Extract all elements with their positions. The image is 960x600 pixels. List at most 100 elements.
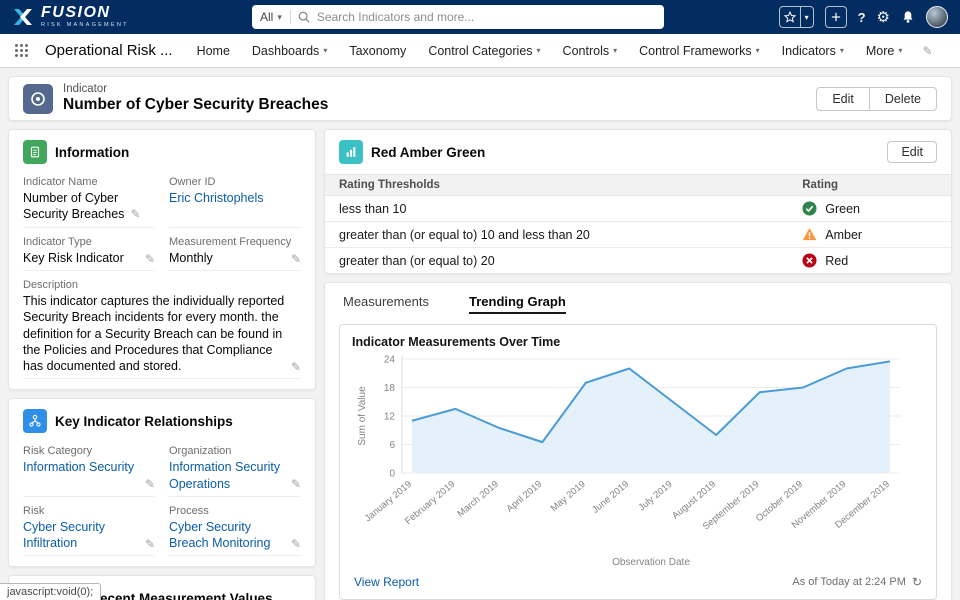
brand-logo: FUSION RISK MANAGEMENT (12, 5, 129, 29)
app-launcher-icon[interactable] (12, 41, 31, 60)
rating-label: Green (825, 202, 860, 216)
field-owner: Owner ID Eric Christophels (169, 176, 301, 228)
record-actions: Edit Delete (816, 87, 937, 111)
svg-text:6: 6 (389, 440, 395, 451)
chevron-down-icon: ▾ (277, 12, 282, 23)
chevron-down-icon: ▾ (898, 46, 902, 55)
nav-tab-control-frameworks[interactable]: Control Frameworks▾ (639, 44, 760, 58)
search-icon (298, 11, 310, 23)
favorites-button[interactable]: ▾ (779, 6, 814, 28)
error-icon (802, 253, 817, 268)
edit-pencil-icon[interactable]: ✎ (145, 252, 155, 268)
nav-tab-taxonomy[interactable]: Taxonomy (349, 44, 406, 58)
threshold-cell: less than 10 (325, 196, 788, 222)
risk-category-link[interactable]: Information Security (23, 460, 134, 474)
svg-text:March 2019: March 2019 (455, 479, 501, 520)
risk-link[interactable]: Cyber Security Infiltration (23, 520, 105, 550)
field-value: Monthly✎ (169, 250, 301, 266)
svg-text:24: 24 (384, 355, 396, 366)
nav-tab-controls[interactable]: Controls▾ (563, 44, 618, 58)
chevron-down-icon: ▾ (613, 46, 617, 55)
edit-pencil-icon[interactable]: ✎ (145, 477, 155, 493)
refresh-icon[interactable]: ↻ (912, 575, 922, 589)
help-icon[interactable]: ? (858, 10, 866, 25)
nav-tab-dashboards[interactable]: Dashboards▾ (252, 44, 327, 58)
tab-measurements[interactable]: Measurements (343, 294, 429, 314)
field-description: Description This indicator captures the … (23, 279, 301, 379)
global-actions-button[interactable] (825, 6, 847, 28)
svg-text:Sum of Value: Sum of Value (357, 386, 368, 446)
setup-gear-icon[interactable]: ⚙ (877, 10, 890, 25)
threshold-cell: greater than (or equal to) 20 (325, 248, 788, 274)
global-search[interactable]: All ▾ (252, 5, 664, 29)
chevron-down-icon[interactable]: ▾ (800, 7, 813, 27)
chevron-down-icon: ▾ (756, 46, 760, 55)
table-row: greater than (or equal to) 20 Red (325, 248, 951, 274)
information-card: Information Indicator Name Number of Cyb… (8, 129, 316, 390)
organization-link[interactable]: Information Security Operations (169, 460, 280, 490)
tab-trending-graph[interactable]: Trending Graph (469, 294, 566, 314)
svg-text:12: 12 (384, 412, 396, 423)
field-label: Description (23, 279, 301, 291)
search-scope-selector[interactable]: All ▾ (260, 10, 291, 24)
page-body: Indicator Number of Cyber Security Breac… (0, 68, 960, 600)
star-icon[interactable] (780, 7, 800, 27)
field-risk-category: Risk Category Information Security ✎ (23, 445, 155, 497)
table-row: less than 10 Green (325, 196, 951, 222)
relationships-card-icon (23, 409, 47, 433)
edit-pencil-icon[interactable]: ✎ (145, 537, 155, 553)
field-organization: Organization Information Security Operat… (169, 445, 301, 497)
record-header: Indicator Number of Cyber Security Breac… (8, 76, 952, 121)
rag-card-icon (339, 140, 363, 164)
field-label: Measurement Frequency (169, 236, 301, 248)
card-title: Information (55, 145, 129, 160)
search-input[interactable] (317, 10, 656, 24)
edit-pencil-icon[interactable]: ✎ (291, 360, 301, 376)
column-header-rating: Rating (788, 175, 951, 196)
delete-button[interactable]: Delete (869, 87, 937, 111)
chevron-down-icon: ▾ (840, 46, 844, 55)
field-label: Owner ID (169, 176, 301, 188)
field-risk: Risk Cyber Security Infiltration✎ (23, 505, 155, 557)
field-indicator-name: Indicator Name Number of Cyber Security … (23, 176, 155, 228)
success-icon (802, 201, 817, 216)
edit-pencil-icon[interactable]: ✎ (291, 477, 301, 493)
browser-status-bar: javascript:void(0); (0, 583, 101, 600)
warning-icon (802, 227, 817, 242)
edit-pencil-icon[interactable]: ✎ (130, 207, 140, 221)
rag-table: Rating Thresholds Rating less than 10 Gr… (325, 174, 951, 273)
field-label: Risk Category (23, 445, 155, 457)
search-scope-label: All (260, 10, 273, 24)
nav-tab-home[interactable]: Home (197, 44, 230, 58)
page-edit-pencil-icon[interactable]: ✎ (922, 44, 932, 58)
threshold-cell: greater than (or equal to) 10 and less t… (325, 222, 788, 248)
user-avatar[interactable] (926, 6, 948, 28)
svg-text:18: 18 (384, 383, 396, 394)
process-link[interactable]: Cyber Security Breach Monitoring (169, 520, 270, 550)
edit-pencil-icon[interactable]: ✎ (291, 537, 301, 553)
nav-tab-indicators[interactable]: Indicators▾ (782, 44, 844, 58)
svg-text:0: 0 (389, 469, 395, 480)
nav-tab-more[interactable]: More▾ (866, 44, 903, 58)
rag-edit-button[interactable]: Edit (887, 141, 937, 163)
chevron-down-icon: ▾ (323, 46, 327, 55)
field-process: Process Cyber Security Breach Monitoring… (169, 505, 301, 557)
owner-link[interactable]: Eric Christophels (169, 191, 263, 205)
svg-text:July 2019: July 2019 (636, 479, 674, 514)
nav-tab-control-categories[interactable]: Control Categories▾ (428, 44, 540, 58)
field-label: Process (169, 505, 301, 517)
field-measurement-frequency: Measurement Frequency Monthly✎ (169, 236, 301, 271)
view-report-link[interactable]: View Report (354, 575, 419, 589)
edit-button[interactable]: Edit (816, 87, 870, 111)
trend-chart-card: Indicator Measurements Over Time 0612182… (339, 324, 937, 600)
edit-pencil-icon[interactable]: ✎ (291, 252, 301, 268)
trend-chart: 06121824January 2019February 2019March 2… (352, 351, 926, 573)
rating-label: Amber (825, 228, 862, 242)
notifications-bell-icon[interactable] (901, 10, 915, 24)
field-label: Indicator Name (23, 176, 155, 188)
svg-text:May 2019: May 2019 (549, 479, 588, 514)
plus-icon (826, 7, 846, 27)
svg-text:April 2019: April 2019 (504, 479, 544, 515)
record-entity-label: Indicator (63, 83, 328, 95)
field-value: Key Risk Indicator✎ (23, 250, 155, 266)
